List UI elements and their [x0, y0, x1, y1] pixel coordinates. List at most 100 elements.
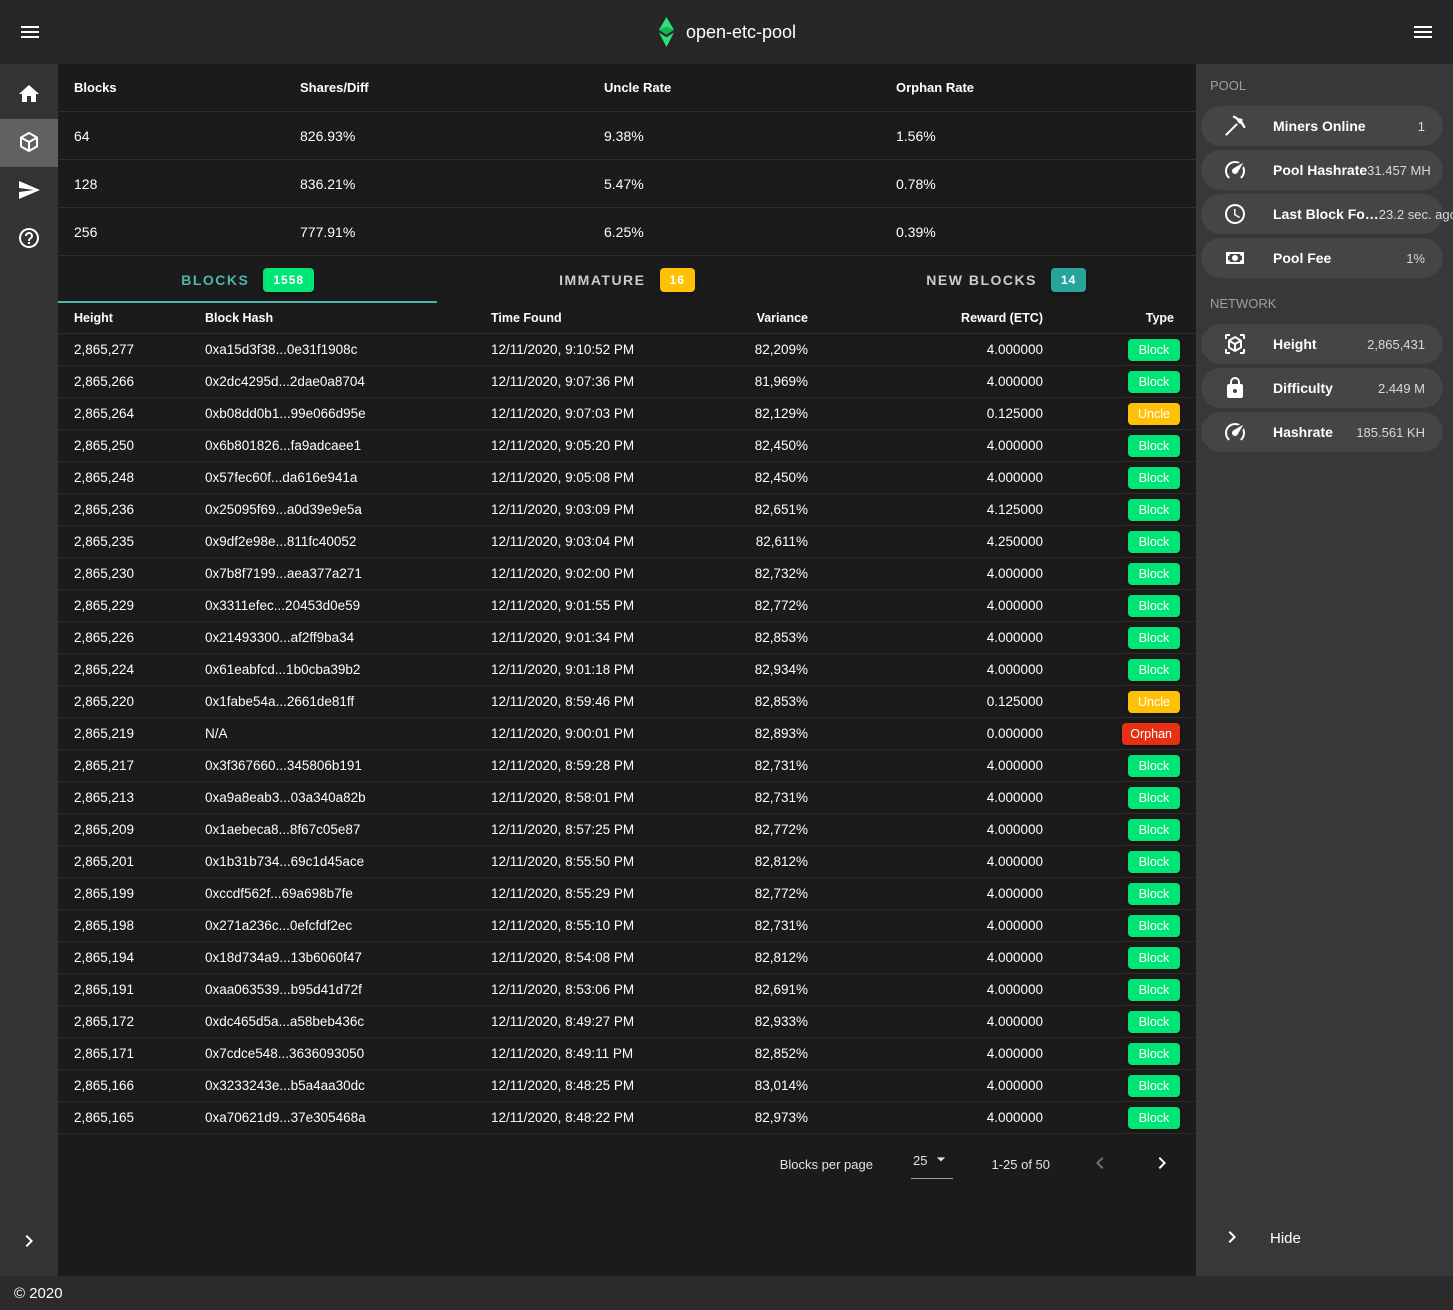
block-time-found: 12/11/2020, 8:53:06 PM [475, 982, 744, 997]
block-hash: 0x3311efec...20453d0e59 [189, 598, 475, 613]
table-row[interactable]: 2,865,226 0x21493300...af2ff9ba34 12/11/… [58, 622, 1196, 654]
tab-new-blocks[interactable]: NEW BLOCKS 14 [817, 256, 1196, 303]
stats-orphan-rate-value: 1.56% [880, 112, 1196, 160]
table-row[interactable]: 2,865,201 0x1b31b734...69c1d45ace 12/11/… [58, 846, 1196, 878]
hide-sidebar-button[interactable]: Hide [1196, 1214, 1453, 1262]
table-row[interactable]: 2,865,229 0x3311efec...20453d0e59 12/11/… [58, 590, 1196, 622]
block-variance: 82,812% [755, 854, 808, 869]
table-row[interactable]: 2,865,198 0x271a236c...0efcfdf2ec 12/11/… [58, 910, 1196, 942]
sidebar-item-payments[interactable] [0, 167, 58, 215]
table-row[interactable]: 2,865,213 0xa9a8eab3...03a340a82b 12/11/… [58, 782, 1196, 814]
table-row[interactable]: 2,865,172 0xdc465d5a...a58beb436c 12/11/… [58, 1006, 1196, 1038]
block-height: 2,865,165 [58, 1110, 189, 1125]
sidebar-item-home[interactable] [0, 71, 58, 119]
block-hash: 0xa9a8eab3...03a340a82b [189, 790, 475, 805]
block-variance: 82,772% [755, 822, 808, 837]
table-row[interactable]: 2,865,235 0x9df2e98e...811fc40052 12/11/… [58, 526, 1196, 558]
table-row[interactable]: 2,865,236 0x25095f69...a0d39e9e5a 12/11/… [58, 494, 1196, 526]
block-hash: 0x9df2e98e...811fc40052 [189, 534, 475, 549]
block-time-found: 12/11/2020, 9:01:18 PM [475, 662, 744, 677]
table-row[interactable]: 2,865,224 0x61eabfcd...1b0cba39b2 12/11/… [58, 654, 1196, 686]
block-height: 2,865,194 [58, 950, 189, 965]
block-reward: 4.000000 [987, 950, 1043, 965]
table-row[interactable]: 2,865,220 0x1fabe54a...2661de81ff 12/11/… [58, 686, 1196, 718]
block-variance: 82,611% [756, 534, 808, 549]
table-row[interactable]: 2,865,266 0x2dc4295d...2dae0a8704 12/11/… [58, 366, 1196, 398]
col-header-variance: Variance [757, 311, 808, 325]
block-type-badge: Block [1128, 371, 1180, 393]
pool-panel: Miners Online 1 Pool Hashrate 31.457 MH … [1196, 102, 1453, 282]
sidebar-item-blocks[interactable] [0, 119, 58, 167]
stats-uncle-rate-value: 5.47% [588, 160, 880, 208]
gauge-icon [1223, 420, 1247, 444]
per-page-select[interactable]: 25 [911, 1149, 953, 1179]
table-row[interactable]: 2,865,165 0xa70621d9...37e305468a 12/11/… [58, 1102, 1196, 1134]
block-height: 2,865,199 [58, 886, 189, 901]
stat-pill-label: Miners Online [1273, 118, 1366, 134]
stats-header-blocks: Blocks [58, 64, 284, 112]
block-variance: 82,691% [755, 982, 808, 997]
block-time-found: 12/11/2020, 8:57:25 PM [475, 822, 744, 837]
table-row[interactable]: 2,865,166 0x3233243e...b5a4aa30dc 12/11/… [58, 1070, 1196, 1102]
block-height: 2,865,166 [58, 1078, 189, 1093]
table-row[interactable]: 2,865,217 0x3f367660...345806b191 12/11/… [58, 750, 1196, 782]
block-height: 2,865,277 [58, 342, 189, 357]
sidebar-item-help[interactable] [0, 215, 58, 263]
menu-icon[interactable] [6, 8, 54, 56]
table-row[interactable]: 2,865,209 0x1aebeca8...8f67c05e87 12/11/… [58, 814, 1196, 846]
block-hash: 0xdc465d5a...a58beb436c [189, 1014, 475, 1029]
block-height: 2,865,220 [58, 694, 189, 709]
block-variance: 82,853% [755, 630, 808, 645]
block-time-found: 12/11/2020, 8:59:28 PM [475, 758, 744, 773]
block-time-found: 12/11/2020, 9:00:01 PM [475, 726, 744, 741]
block-height: 2,865,230 [58, 566, 189, 581]
block-height: 2,865,248 [58, 470, 189, 485]
stats-shares-diff-value: 777.91% [284, 208, 588, 256]
block-reward: 4.000000 [987, 822, 1043, 837]
stat-pill-value: 31.457 MH [1367, 163, 1431, 178]
network-panel-title: NETWORK [1196, 282, 1453, 320]
block-type-badge: Block [1128, 531, 1180, 553]
block-type-badge: Block [1128, 595, 1180, 617]
chevron-right-icon [17, 1229, 41, 1256]
right-menu-icon[interactable] [1399, 8, 1447, 56]
table-row[interactable]: 2,865,230 0x7b8f7199...aea377a271 12/11/… [58, 558, 1196, 590]
tabs: BLOCKS 1558 IMMATURE 16 NEW BLOCKS 14 [58, 256, 1196, 303]
tab-immature[interactable]: IMMATURE 16 [437, 256, 816, 303]
stats-row: 128 836.21% 5.47% 0.78% [58, 160, 1196, 208]
block-time-found: 12/11/2020, 8:59:46 PM [475, 694, 744, 709]
prev-page-button[interactable] [1088, 1151, 1112, 1178]
stat-pill-label: Last Block Fo… [1273, 206, 1379, 222]
block-height: 2,865,217 [58, 758, 189, 773]
table-row[interactable]: 2,865,277 0xa15d3f38...0e31f1908c 12/11/… [58, 334, 1196, 366]
block-variance: 82,893% [755, 726, 808, 741]
table-row[interactable]: 2,865,171 0x7cdce548...3636093050 12/11/… [58, 1038, 1196, 1070]
block-hash: 0xccdf562f...69a698b7fe [189, 886, 475, 901]
block-hash: 0x2dc4295d...2dae0a8704 [189, 374, 475, 389]
block-hash: 0xa15d3f38...0e31f1908c [189, 342, 475, 357]
table-row[interactable]: 2,865,191 0xaa063539...b95d41d72f 12/11/… [58, 974, 1196, 1006]
block-reward: 4.000000 [987, 342, 1043, 357]
block-type-badge: Block [1128, 435, 1180, 457]
block-type-badge: Block [1128, 755, 1180, 777]
table-row[interactable]: 2,865,250 0x6b801826...fa9adcaee1 12/11/… [58, 430, 1196, 462]
block-time-found: 12/11/2020, 9:03:09 PM [475, 502, 744, 517]
block-type-badge: Uncle [1128, 691, 1180, 713]
expand-sidebar-button[interactable] [0, 1218, 58, 1266]
block-type-badge: Block [1128, 627, 1180, 649]
table-row[interactable]: 2,865,194 0x18d734a9...13b6060f47 12/11/… [58, 942, 1196, 974]
block-reward: 4.000000 [987, 790, 1043, 805]
tab-blocks[interactable]: BLOCKS 1558 [58, 256, 437, 303]
block-hash: 0x7cdce548...3636093050 [189, 1046, 475, 1061]
hide-button-label: Hide [1270, 1230, 1301, 1247]
block-hash: 0xb08dd0b1...99e066d95e [189, 406, 475, 421]
table-row[interactable]: 2,865,264 0xb08dd0b1...99e066d95e 12/11/… [58, 398, 1196, 430]
block-variance: 82,973% [755, 1110, 808, 1125]
block-hash: 0xa70621d9...37e305468a [189, 1110, 475, 1125]
block-type-badge: Block [1128, 563, 1180, 585]
table-row[interactable]: 2,865,199 0xccdf562f...69a698b7fe 12/11/… [58, 878, 1196, 910]
next-page-button[interactable] [1150, 1151, 1174, 1178]
table-row[interactable]: 2,865,248 0x57fec60f...da616e941a 12/11/… [58, 462, 1196, 494]
block-time-found: 12/11/2020, 9:07:36 PM [475, 374, 744, 389]
table-row[interactable]: 2,865,219 N/A 12/11/2020, 9:00:01 PM 82,… [58, 718, 1196, 750]
